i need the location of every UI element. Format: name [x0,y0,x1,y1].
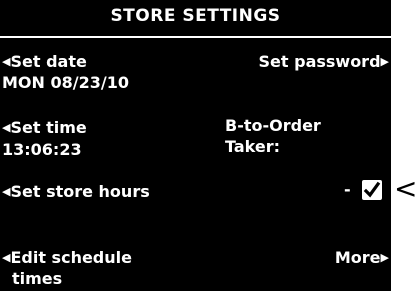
triangle-right-icon: ▶ [380,55,389,68]
set-time-button[interactable]: ◀Set time [2,118,87,138]
checkbox-prefix: - [344,180,351,199]
edit-schedule-label-line2: times [12,269,63,288]
set-store-hours-label: Set store hours [10,182,150,201]
set-time-label: Set time [10,118,87,137]
set-date-label: Set date [10,52,87,71]
set-password-button[interactable]: Set password▶ [259,52,389,72]
title-bar: STORE SETTINGS [0,0,391,38]
display-screen: STORE SETTINGS ◀Set date MON 08/23/10 ◀S… [0,0,391,291]
b-to-order-checkbox[interactable] [362,180,382,200]
edit-schedule-times-button[interactable]: ◀Edit schedule [2,248,132,268]
set-date-button[interactable]: ◀Set date [2,52,87,72]
callout-pointer: < [394,172,418,205]
set-store-hours-button[interactable]: ◀Set store hours [2,182,150,202]
b-to-order-label: B-to-Order [225,116,321,135]
more-button[interactable]: More▶ [335,248,389,268]
set-password-label: Set password [258,52,381,71]
more-label: More [334,248,381,267]
checkmark-icon [363,181,381,198]
b-to-order-label-line2: Taker: [225,137,280,156]
triangle-right-icon: ▶ [380,251,389,264]
edit-schedule-label: Edit schedule [10,248,132,267]
time-value: 13:06:23 [2,140,82,159]
date-value: MON 08/23/10 [2,73,129,92]
page-title: STORE SETTINGS [110,6,281,26]
